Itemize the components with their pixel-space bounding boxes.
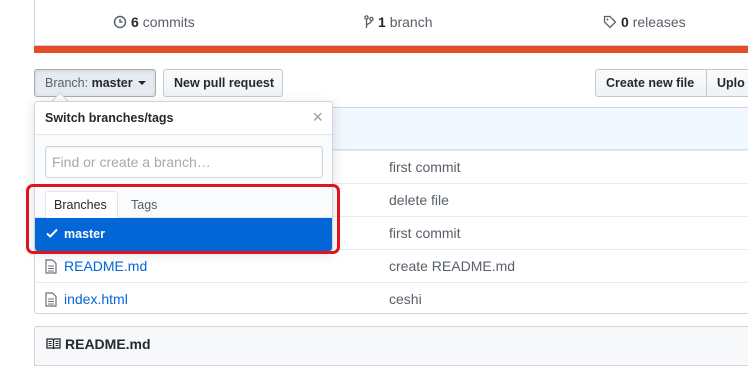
branch-filter-input[interactable] [45, 146, 323, 178]
caret-down-icon [137, 81, 146, 85]
branches-link[interactable]: 1 branch [364, 14, 433, 30]
readme-header: README.md [34, 326, 748, 366]
commits-label: commits [142, 14, 195, 30]
repo-summary-bar: 6 commits 1 branch 0 releases [34, 0, 748, 46]
commit-message-link[interactable]: first commit [389, 225, 461, 241]
branch-prefix: Branch: [45, 76, 89, 90]
file-name-link[interactable]: README.md [64, 258, 147, 274]
file-name-link[interactable]: index.html [64, 291, 128, 307]
releases-link[interactable]: 0 releases [603, 14, 686, 30]
tag-icon [603, 15, 617, 29]
file-icon [45, 259, 57, 274]
git-branch-icon [364, 15, 374, 28]
branch-select-button[interactable]: Branch: master [34, 69, 156, 97]
dropdown-title: Switch branches/tags [45, 111, 174, 125]
branches-label: branch [389, 14, 433, 30]
branch-name: master [91, 76, 133, 90]
history-icon [113, 15, 127, 29]
create-new-file-button[interactable]: Create new file [595, 69, 707, 97]
dropdown-header: Switch branches/tags × [35, 102, 332, 135]
upload-files-button[interactable]: Uplo [706, 69, 748, 97]
new-pull-request-button[interactable]: New pull request [163, 69, 283, 97]
book-icon [46, 338, 61, 350]
close-icon[interactable]: × [312, 108, 323, 126]
commits-link[interactable]: 6 commits [113, 14, 195, 30]
branches-count: 1 [378, 14, 386, 30]
language-bar[interactable] [34, 46, 748, 53]
readme-title: README.md [65, 336, 151, 352]
releases-label: releases [632, 14, 686, 30]
highlight-box [26, 184, 340, 254]
commit-message-link[interactable]: create README.md [389, 258, 515, 274]
releases-count: 0 [621, 14, 629, 30]
filter-section [35, 135, 332, 185]
file-icon [45, 292, 57, 307]
commit-message-link[interactable]: first commit [389, 159, 461, 175]
file-row[interactable]: index.html ceshi [35, 282, 748, 315]
commit-message-link[interactable]: delete file [389, 192, 449, 208]
commits-count: 6 [131, 14, 139, 30]
commit-message-link[interactable]: ceshi [389, 291, 422, 307]
